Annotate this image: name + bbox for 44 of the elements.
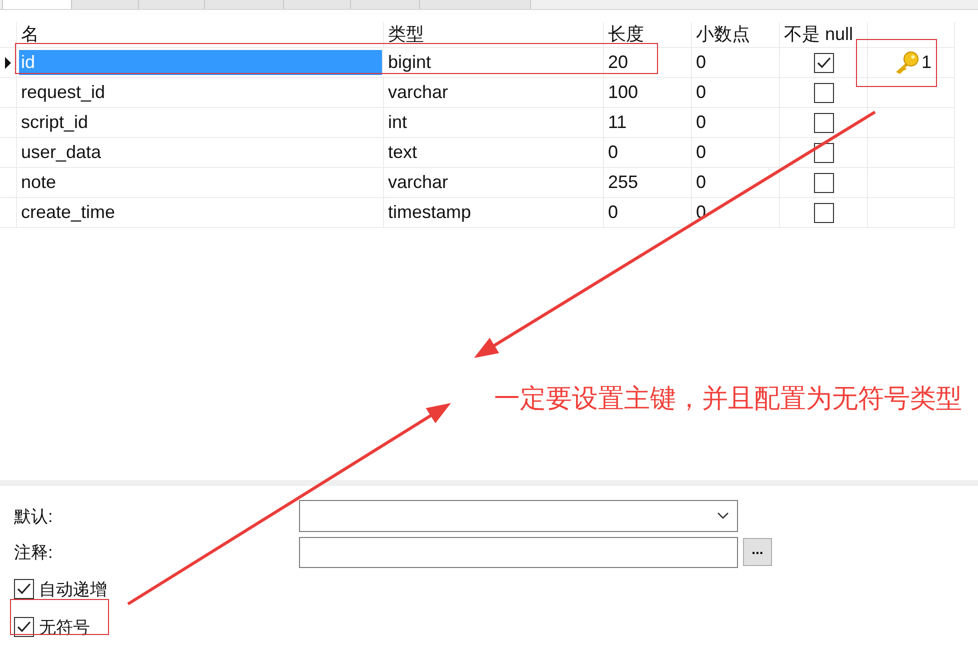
column-header: 长度 xyxy=(604,22,692,48)
table-cell: 20 xyxy=(604,48,692,77)
comment-field[interactable] xyxy=(299,536,738,568)
field-label: 注释: xyxy=(13,542,54,564)
table-cell: id xyxy=(19,50,383,75)
table-cell: request_id xyxy=(17,78,384,107)
table-cell: 0 xyxy=(604,138,692,167)
table-cell: 0 xyxy=(692,138,780,167)
checkbox[interactable] xyxy=(14,579,34,599)
table-cell: 255 xyxy=(604,168,692,197)
checkbox[interactable] xyxy=(814,52,834,72)
chevron-down-icon xyxy=(717,512,729,520)
browse-button[interactable]: ... xyxy=(743,538,772,566)
checkbox[interactable] xyxy=(814,172,834,192)
table-cell: 100 xyxy=(604,78,692,107)
table-cell: int xyxy=(384,108,604,137)
annotation-note: 一定要设置主键，并且配置为无符号类型 xyxy=(494,382,963,415)
table-cell: timestamp xyxy=(384,198,604,227)
table-cell: bigint xyxy=(384,48,604,77)
table-cell: create_time xyxy=(17,198,384,227)
checkbox-label: 自动递增 xyxy=(39,578,107,600)
checkbox[interactable] xyxy=(814,82,834,102)
table-cell: 0 xyxy=(692,108,780,137)
table-cell: 0 xyxy=(692,78,780,107)
key-icon xyxy=(894,50,920,74)
column-header: 小数点 xyxy=(692,22,780,48)
checkbox[interactable] xyxy=(814,202,834,222)
table-cell: varchar xyxy=(384,78,604,107)
table-cell: user_data xyxy=(17,138,384,167)
field-label: 默认: xyxy=(13,506,54,528)
table-cell: script_id xyxy=(17,108,384,137)
default-dropdown[interactable] xyxy=(299,500,738,532)
table-cell: text xyxy=(384,138,604,167)
checkbox[interactable] xyxy=(814,142,834,162)
column-header: 名 xyxy=(17,22,384,48)
column-header: 不是 null xyxy=(780,22,868,48)
checkbox[interactable] xyxy=(814,112,834,132)
table-cell: note xyxy=(17,168,384,197)
table-cell: 0 xyxy=(692,48,780,77)
table-cell: 11 xyxy=(604,108,692,137)
checkbox[interactable] xyxy=(14,617,34,637)
key-order: 1 xyxy=(921,52,932,73)
column-header: 类型 xyxy=(384,22,604,48)
table-cell: varchar xyxy=(384,168,604,197)
